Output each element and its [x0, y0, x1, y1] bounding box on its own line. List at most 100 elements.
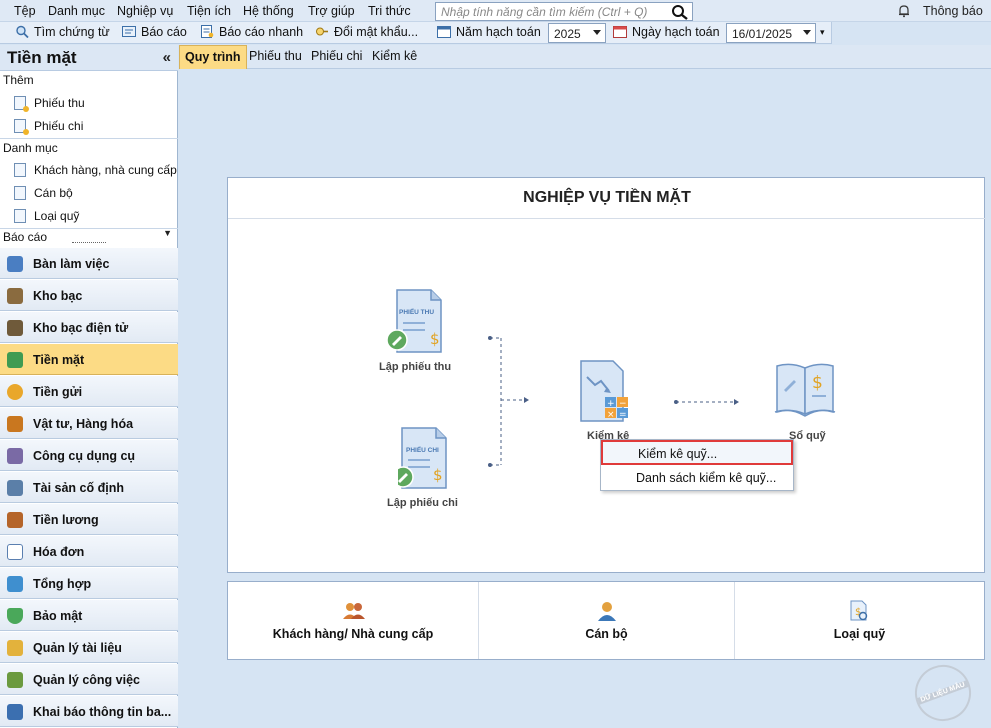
report-group-label: Báo cáo	[3, 230, 48, 243]
customer-supplier-link[interactable]: Khách hàng, nhà cung cấp	[14, 163, 177, 177]
left-panel: Tiền mặt « Thêm Phiếu thu Phiếu chi Danh…	[0, 45, 178, 728]
building-icon	[7, 480, 23, 496]
shortcut-fund-type-label: Loại quỹ	[833, 627, 886, 641]
search-icon	[16, 25, 29, 38]
notification-button[interactable]: Thông báo	[899, 4, 983, 18]
menu-file[interactable]: Tệp	[14, 4, 36, 18]
tab-payment[interactable]: Phiếu chi	[311, 49, 362, 63]
shortcut-fund-type[interactable]: $ Loại quỹ	[735, 582, 984, 659]
bank-icon	[7, 288, 23, 304]
invoice-icon	[7, 544, 23, 560]
nav-summary[interactable]: Tổng hợp	[0, 568, 178, 599]
nav-payroll[interactable]: Tiền lương	[0, 504, 178, 535]
search-placeholder: Nhập tính năng cần tìm kiếm (Ctrl + Q)	[441, 5, 648, 19]
person-icon	[598, 602, 616, 621]
svg-text:+: +	[607, 399, 615, 409]
create-payment-node[interactable]: $ PHIẾU CHI	[392, 426, 458, 490]
nav-tasks[interactable]: Quản lý công việc	[0, 664, 178, 695]
tab-receipt[interactable]: Phiếu thu	[249, 49, 302, 63]
find-voucher-button[interactable]: Tìm chứng từ	[15, 25, 110, 39]
staff-link[interactable]: Cán bộ	[14, 186, 73, 200]
people-icon	[343, 603, 365, 619]
nav-e-treasury[interactable]: Kho bạc điện tử	[0, 312, 178, 343]
menu-item-fund-count[interactable]: Kiểm kê quỹ...	[601, 440, 793, 465]
document-icon	[14, 209, 26, 223]
menu-item-fund-count-list[interactable]: Danh sách kiểm kê quỹ...	[601, 466, 793, 491]
posting-date-value: 16/01/2025	[732, 27, 793, 41]
task-icon	[7, 672, 23, 688]
menu-help[interactable]: Trợ giúp	[308, 4, 355, 18]
nav-cash[interactable]: Tiền mặt	[0, 344, 178, 375]
nav-invoice[interactable]: Hóa đơn	[0, 536, 178, 567]
tab-inventory[interactable]: Kiểm kê	[372, 49, 417, 63]
quick-report-button[interactable]: Báo cáo nhanh	[200, 25, 303, 39]
nav-documents[interactable]: Quản lý tài liệu	[0, 632, 178, 663]
add-receipt-link[interactable]: Phiếu thu	[14, 96, 85, 112]
shortcut-customer-supplier-label: Khách hàng/ Nhà cung cấp	[272, 627, 434, 641]
cashbook-label[interactable]: Sổ quỹ	[789, 430, 826, 442]
create-payment-label[interactable]: Lập phiếu chi	[387, 497, 458, 509]
inventory-icon: + − × =	[580, 360, 628, 422]
calendar-icon	[613, 26, 627, 38]
fiscal-year-select[interactable]: 2025	[548, 23, 606, 43]
fund-type-link[interactable]: Loại quỹ	[14, 209, 79, 223]
nav-security[interactable]: Bảo mật	[0, 600, 178, 631]
report-group-header[interactable]: Báo cáo ▼	[0, 229, 178, 243]
panel-splitter[interactable]	[72, 242, 106, 245]
toolbar: Tìm chứng từ Báo cáo Báo cáo nhanh Đổi m…	[0, 22, 832, 44]
left-panel-title: Tiền mặt	[7, 48, 77, 67]
collapse-icon[interactable]: «	[163, 49, 171, 66]
sample-data-watermark: DỮ LIỆU MẪU	[907, 657, 979, 728]
folder-icon	[7, 640, 23, 656]
menu-knowledge[interactable]: Tri thức	[368, 4, 411, 18]
nav-declaration[interactable]: Khai báo thông tin ba...	[0, 696, 178, 727]
menu-bar: Tệp Danh mục Nghiệp vụ Tiện ích Hệ thống…	[0, 0, 991, 22]
shield-icon	[7, 608, 23, 624]
svg-text:$: $	[430, 330, 440, 348]
nav-workspace[interactable]: Bàn làm việc	[0, 248, 178, 279]
svg-text:−: −	[619, 399, 627, 409]
toolbar-overflow-icon[interactable]: ▾	[820, 27, 825, 38]
menu-system[interactable]: Hệ thống	[243, 4, 294, 18]
menu-catalog[interactable]: Danh mục	[48, 4, 105, 18]
menu-operations[interactable]: Nghiệp vụ	[117, 4, 173, 18]
search-icon[interactable]	[671, 4, 689, 20]
fiscal-year-label: Năm hạch toán	[437, 25, 541, 39]
chevron-down-icon: ▼	[163, 229, 172, 238]
svg-text:$: $	[812, 373, 823, 393]
tab-process[interactable]: Quy trình	[179, 45, 247, 69]
tools-icon	[7, 448, 23, 464]
cash-icon	[7, 352, 23, 368]
create-receipt-node[interactable]: $ PHIẾU THU	[385, 288, 445, 354]
payment-document-label: PHIẾU CHI	[406, 447, 439, 454]
svg-text:×: ×	[607, 410, 615, 420]
summary-icon	[7, 576, 23, 592]
nav-deposit[interactable]: Tiền gửi	[0, 376, 178, 407]
nav-materials[interactable]: Vật tư, Hàng hóa	[0, 408, 178, 439]
document-icon	[14, 119, 29, 135]
inventory-node[interactable]: + − × =	[577, 359, 633, 425]
divider	[0, 138, 178, 139]
add-payment-link[interactable]: Phiếu chi	[14, 119, 83, 135]
desk-icon	[7, 256, 23, 272]
shortcut-customer-supplier[interactable]: Khách hàng/ Nhà cung cấp	[228, 582, 478, 659]
report-button[interactable]: Báo cáo	[122, 25, 187, 39]
catalog-group-label: Danh mục	[3, 141, 58, 155]
nav-fixed-assets[interactable]: Tài sản cố định	[0, 472, 178, 503]
search-input[interactable]: Nhập tính năng cần tìm kiếm (Ctrl + Q)	[435, 2, 693, 21]
bank-icon	[7, 320, 23, 336]
change-password-button[interactable]: Đổi mật khẩu...	[315, 25, 418, 39]
posting-date-picker[interactable]: 16/01/2025	[726, 23, 816, 43]
fund-type-icon: $	[850, 600, 868, 621]
menu-utilities[interactable]: Tiện ích	[187, 4, 231, 18]
svg-text:=: =	[619, 410, 627, 420]
svg-text:$: $	[855, 607, 861, 618]
cashbook-node[interactable]: $	[774, 360, 836, 418]
shortcut-staff[interactable]: Cán bộ	[479, 582, 734, 659]
report-icon	[122, 26, 136, 37]
create-receipt-label[interactable]: Lập phiếu thu	[379, 361, 451, 373]
notification-label: Thông báo	[923, 4, 983, 18]
nav-tools[interactable]: Công cụ dụng cụ	[0, 440, 178, 471]
document-icon	[14, 163, 26, 177]
nav-treasury[interactable]: Kho bạc	[0, 280, 178, 311]
